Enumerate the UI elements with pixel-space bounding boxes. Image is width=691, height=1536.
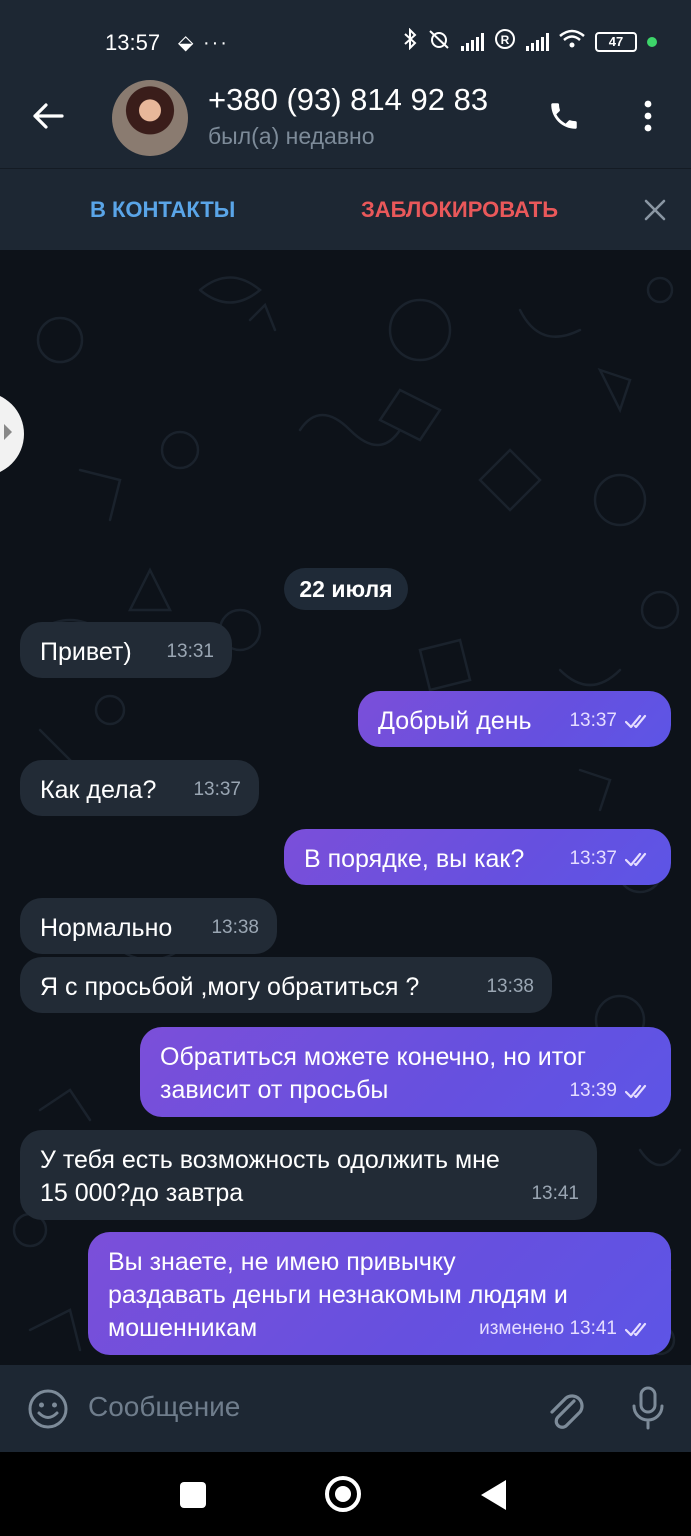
message-text: Обратиться можете конечно, но итог зависи… <box>160 1041 586 1107</box>
emoji-button[interactable] <box>26 1387 70 1431</box>
microphone-icon <box>632 1386 664 1430</box>
home-button[interactable] <box>325 1476 361 1512</box>
battery-icon: 47 <box>595 31 637 52</box>
paperclip-icon <box>550 1394 584 1429</box>
call-button[interactable] <box>544 96 584 136</box>
voice-message-button[interactable] <box>630 1385 666 1431</box>
incoming-message[interactable]: Нормально 13:38 <box>20 898 277 954</box>
message-time: изменено 13:41 <box>479 1318 617 1339</box>
svg-text:R: R <box>501 33 510 47</box>
phone-icon <box>551 103 577 129</box>
attach-button[interactable] <box>544 1387 586 1431</box>
message-text-line: Обратиться можете конечно, но итог <box>160 1043 586 1071</box>
message-text-line: 15 000?до завтра <box>40 1179 244 1207</box>
notification-icons: ⬙ ··· <box>178 32 229 54</box>
message-text: Я с просьбой ,могу обратиться ? <box>40 971 419 1004</box>
double-check-icon <box>625 1083 653 1099</box>
message-text-line: Вы знаете, не имею привычку <box>108 1248 456 1276</box>
smile-icon <box>28 1389 68 1429</box>
unknown-contact-action-bar: В КОНТАКТЫ ЗАБЛОКИРОВАТЬ <box>0 168 691 250</box>
message-text-line: зависит от просьбы <box>160 1076 389 1104</box>
message-composer: Сообщение <box>0 1365 691 1452</box>
wifi-icon <box>559 29 585 54</box>
message-text-line: раздавать деньги незнакомым людям и <box>108 1281 568 1309</box>
outgoing-message[interactable]: Вы знаете, не имею привычку раздавать ден… <box>88 1232 671 1355</box>
outgoing-message[interactable]: Добрый день 13:37 <box>358 691 671 747</box>
mute-alarm-icon <box>427 28 451 55</box>
message-meta: 13:37 <box>193 773 241 806</box>
system-navigation-bar <box>0 1452 691 1536</box>
message-text: У тебя есть возможность одолжить мне 15 0… <box>40 1144 500 1210</box>
add-to-contacts-button[interactable]: В КОНТАКТЫ <box>90 197 235 223</box>
message-meta: 13:38 <box>486 970 534 1003</box>
message-text: Добрый день <box>378 705 532 738</box>
incoming-message[interactable]: Я с просьбой ,могу обратиться ? 13:38 <box>20 957 552 1013</box>
status-right-group: R 47 <box>403 27 657 55</box>
outgoing-message[interactable]: В порядке, вы как? 13:37 <box>284 829 671 885</box>
double-check-icon <box>625 1321 653 1337</box>
system-back-button[interactable] <box>481 1480 506 1510</box>
message-meta: 13:37 <box>569 704 653 737</box>
outgoing-message[interactable]: Обратиться можете конечно, но итог зависи… <box>140 1027 671 1117</box>
message-time: 13:31 <box>166 641 214 662</box>
signal-1-icon <box>461 32 484 51</box>
avatar[interactable] <box>112 80 188 156</box>
message-time: 13:37 <box>569 710 617 731</box>
close-icon <box>644 199 666 221</box>
message-time: 13:38 <box>486 976 534 997</box>
signal-2-icon <box>526 32 549 51</box>
arrow-left-icon <box>33 103 64 129</box>
registered-icon: R <box>494 28 516 55</box>
message-meta: изменено 13:41 <box>479 1312 653 1345</box>
last-seen-status: был(а) недавно <box>208 123 375 149</box>
double-check-icon <box>625 713 653 729</box>
message-meta: 13:37 <box>569 842 653 875</box>
message-meta: 13:38 <box>211 911 259 944</box>
status-time: 13:57 <box>105 30 161 55</box>
message-text: В порядке, вы как? <box>304 843 524 876</box>
incoming-message[interactable]: Как дела? 13:37 <box>20 760 259 816</box>
incoming-message[interactable]: Привет) 13:31 <box>20 622 232 678</box>
double-check-icon <box>625 851 653 867</box>
block-button[interactable]: ЗАБЛОКИРОВАТЬ <box>361 197 558 223</box>
chat-header: +380 (93) 814 92 83 был(а) недавно <box>0 80 691 168</box>
message-meta: 13:31 <box>166 635 214 668</box>
status-bar: 13:57 ⬙ ··· R 47 <box>0 0 691 80</box>
message-text-line: Привет) <box>40 638 132 666</box>
message-time: 13:38 <box>211 917 259 938</box>
date-separator: 22 июля <box>284 568 408 610</box>
message-text-line: У тебя есть возможность одолжить мне <box>40 1146 500 1174</box>
message-text: Привет) <box>40 636 132 669</box>
message-meta: 13:39 <box>569 1074 653 1107</box>
message-meta: 13:41 <box>531 1177 579 1210</box>
message-time: 13:37 <box>193 779 241 800</box>
message-text-line: Я с просьбой ,могу обратиться ? <box>40 973 420 1001</box>
dismiss-action-bar-button[interactable] <box>640 195 670 225</box>
message-time: 13:41 <box>531 1183 579 1204</box>
recent-apps-button[interactable] <box>180 1482 206 1508</box>
message-text-line: Добрый день <box>378 707 532 735</box>
incoming-message[interactable]: У тебя есть возможность одолжить мне 15 0… <box>20 1130 597 1220</box>
message-text: Как дела? <box>40 774 156 807</box>
message-time: 13:37 <box>569 848 617 869</box>
privacy-indicator-icon <box>647 36 657 47</box>
bluetooth-icon <box>403 27 417 55</box>
message-input[interactable]: Сообщение <box>88 1391 240 1423</box>
message-text-line: Нормально <box>40 914 173 942</box>
more-menu-button[interactable] <box>632 96 664 136</box>
message-text-line: Как дела? <box>40 776 157 804</box>
contact-name[interactable]: +380 (93) 814 92 83 <box>208 82 488 118</box>
message-text: Нормально <box>40 912 172 945</box>
chat-area[interactable]: 22 июля Привет) 13:31 Добрый день 13:37 Как … <box>0 250 691 1365</box>
message-text-line: В порядке, вы как? <box>304 845 525 873</box>
more-vertical-icon <box>644 100 652 132</box>
message-time: 13:39 <box>569 1080 617 1101</box>
back-button[interactable] <box>28 96 68 136</box>
